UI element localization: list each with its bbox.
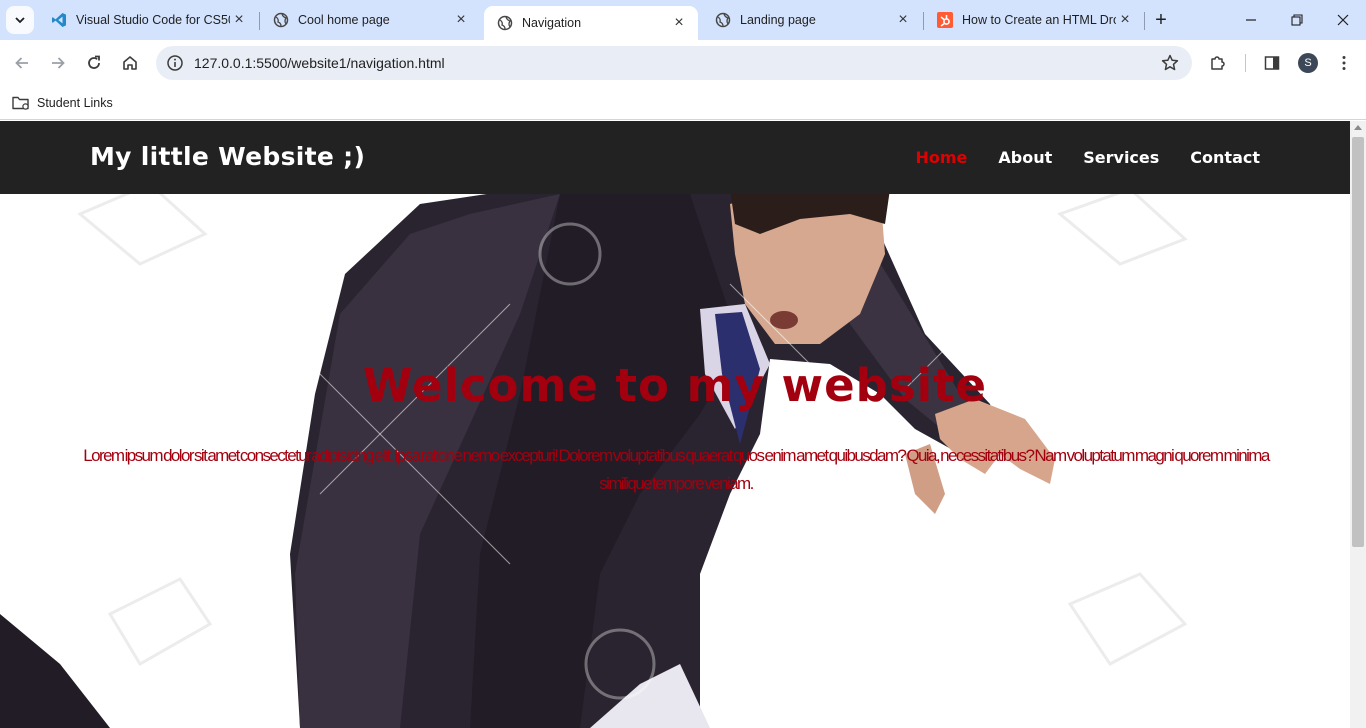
nav-link-about[interactable]: About — [998, 148, 1052, 167]
close-icon[interactable]: × — [670, 14, 688, 32]
minimize-button[interactable] — [1228, 0, 1274, 40]
nav-link-contact[interactable]: Contact — [1190, 148, 1260, 167]
menu-button[interactable] — [1330, 49, 1358, 77]
tab-navigation[interactable]: Navigation × — [484, 6, 698, 40]
arrow-right-icon — [52, 57, 65, 69]
side-panel-button[interactable] — [1258, 49, 1286, 77]
bookmark-label: Student Links — [37, 96, 113, 110]
back-button[interactable] — [8, 49, 36, 77]
close-icon[interactable]: × — [1116, 11, 1134, 29]
reload-icon — [88, 55, 100, 69]
url-text[interactable]: 127.0.0.1:5500/website1/navigation.html — [194, 55, 445, 71]
site-info-icon[interactable] — [166, 54, 184, 72]
home-icon — [123, 56, 137, 70]
tab-landing-page[interactable]: Landing page × — [702, 4, 922, 36]
close-icon[interactable]: × — [452, 11, 470, 29]
profile-avatar[interactable]: S — [1298, 53, 1318, 73]
close-icon[interactable]: × — [230, 11, 248, 29]
scroll-up-arrow-icon[interactable] — [1354, 125, 1362, 130]
page-viewport: My little Website ;) Home About Services… — [0, 121, 1350, 728]
restore-button[interactable] — [1274, 0, 1320, 40]
tab-title: Cool home page — [298, 13, 390, 27]
restore-icon — [1291, 14, 1303, 26]
globe-icon — [272, 11, 290, 29]
more-vertical-icon — [1342, 56, 1346, 70]
scrollbar-thumb[interactable] — [1352, 137, 1364, 547]
close-icon — [1337, 14, 1349, 26]
reload-button[interactable] — [80, 49, 108, 77]
forward-button[interactable] — [44, 49, 72, 77]
bookmark-folder-student-links[interactable]: Student Links — [12, 92, 113, 114]
tab-html-dropdown[interactable]: How to Create an HTML Dro × — [924, 4, 1144, 36]
site-navbar: My little Website ;) Home About Services… — [0, 121, 1350, 194]
toolbar-separator — [1245, 54, 1246, 72]
side-panel-icon — [1264, 56, 1280, 70]
page-scrollbar[interactable] — [1350, 121, 1366, 728]
home-button[interactable] — [116, 49, 144, 77]
arrow-left-icon — [15, 57, 28, 69]
globe-icon — [496, 14, 514, 32]
close-icon[interactable]: × — [894, 11, 912, 29]
chevron-down-icon — [15, 17, 25, 24]
hero-paragraph: Lorem ipsum dolor sit amet consectetur a… — [83, 446, 1270, 493]
tab-strip: Visual Studio Code for CS50 × Cool home … — [0, 0, 1366, 40]
hero-title: Welcome to my website — [362, 359, 988, 412]
tab-title: Navigation — [522, 16, 582, 30]
address-bar[interactable]: 127.0.0.1:5500/website1/navigation.html — [156, 46, 1192, 80]
hubspot-icon — [936, 11, 954, 29]
extensions-button[interactable] — [1204, 49, 1232, 77]
tab-title: Landing page — [740, 13, 816, 27]
site-menu: Home About Services Contact — [915, 148, 1260, 167]
nav-link-home[interactable]: Home — [915, 148, 967, 167]
tab-cool-home-page[interactable]: Cool home page × — [260, 4, 480, 36]
folder-icon — [12, 96, 29, 110]
window-close-button[interactable] — [1320, 0, 1366, 40]
bookmark-star-icon[interactable] — [1160, 53, 1180, 73]
tab-title: How to Create an HTML Dro — [962, 13, 1116, 27]
tab-title: Visual Studio Code for CS50 — [76, 13, 230, 27]
tab-search-button[interactable] — [6, 6, 34, 34]
globe-icon — [714, 11, 732, 29]
bookmarks-bar: Student Links — [0, 86, 1366, 120]
nav-link-services[interactable]: Services — [1083, 148, 1159, 167]
minimize-icon — [1246, 19, 1256, 21]
browser-toolbar: 127.0.0.1:5500/website1/navigation.html … — [0, 40, 1366, 86]
tab-separator — [1144, 12, 1145, 30]
new-tab-button[interactable]: + — [1150, 9, 1172, 31]
hero-section: Welcome to my website Lorem ipsum dolor … — [0, 194, 1350, 728]
puzzle-icon — [1211, 56, 1225, 70]
vscode-icon — [50, 11, 68, 29]
tab-vscode[interactable]: Visual Studio Code for CS50 × — [38, 4, 258, 36]
site-logo[interactable]: My little Website ;) — [90, 142, 365, 171]
